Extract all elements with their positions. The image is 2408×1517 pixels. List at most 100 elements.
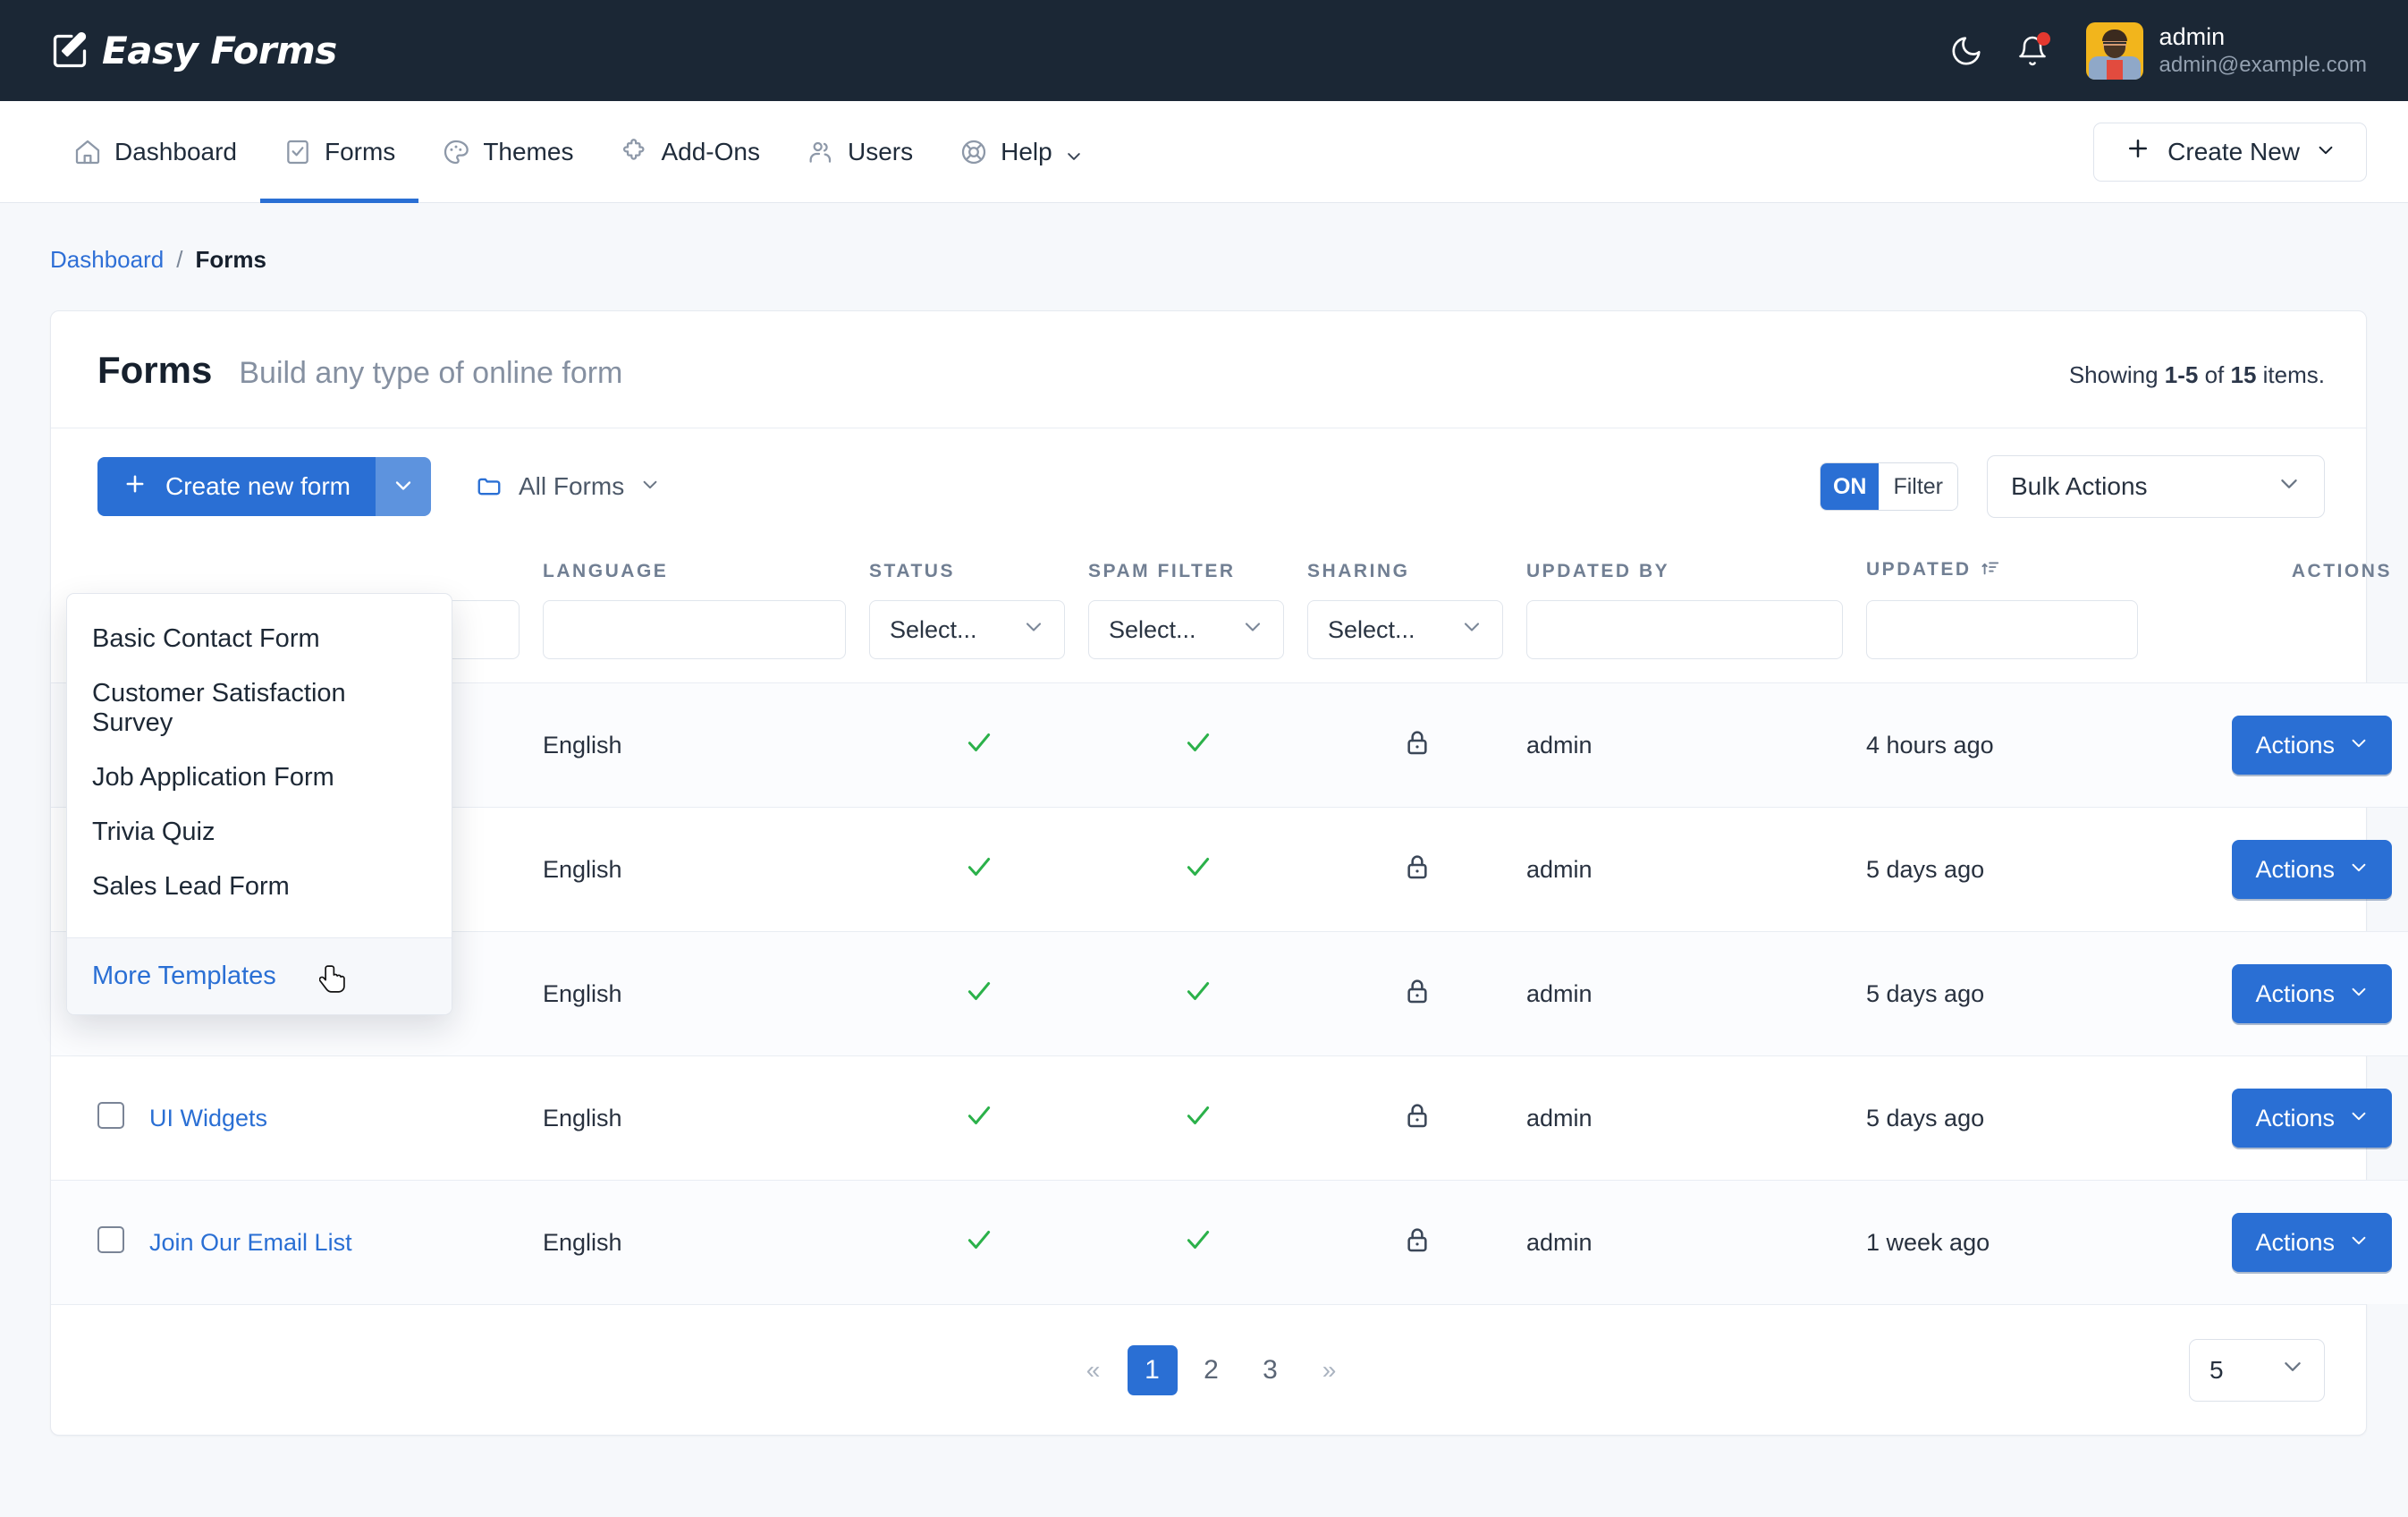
th-sharing[interactable]: SHARING bbox=[1307, 543, 1526, 591]
bulk-actions-select[interactable]: Bulk Actions bbox=[1987, 455, 2325, 518]
template-menu-item[interactable]: Customer Satisfaction Survey bbox=[67, 666, 452, 750]
row-spam-cell bbox=[1088, 808, 1307, 932]
row-language-cell: English bbox=[543, 1181, 869, 1305]
bulk-actions-label: Bulk Actions bbox=[2011, 472, 2148, 501]
per-page-select[interactable]: 5 bbox=[2189, 1339, 2325, 1402]
more-templates-link[interactable]: More Templates bbox=[67, 938, 452, 1014]
form-name-link[interactable]: Join Our Email List bbox=[149, 1229, 352, 1256]
th-spam-filter[interactable]: SPAM FILTER bbox=[1088, 543, 1307, 591]
users-icon bbox=[807, 138, 835, 166]
breadcrumb-separator: / bbox=[176, 246, 182, 274]
row-spam-cell bbox=[1088, 932, 1307, 1056]
breadcrumb-current: Forms bbox=[195, 246, 266, 274]
filter-toggle-state: ON bbox=[1821, 463, 1880, 510]
form-check-icon bbox=[283, 138, 312, 166]
check-icon bbox=[964, 1109, 994, 1136]
nav-items: Dashboard Forms Themes bbox=[50, 101, 1106, 202]
lifebuoy-icon bbox=[959, 138, 988, 166]
page-title: Forms bbox=[97, 349, 212, 392]
check-icon bbox=[1183, 985, 1213, 1012]
chevron-down-icon bbox=[1065, 143, 1083, 161]
filter-cell-spam: Select... bbox=[1088, 591, 1307, 683]
filter-cell-updated bbox=[1866, 591, 2161, 683]
language-filter-input[interactable] bbox=[543, 600, 846, 659]
row-actions-button[interactable]: Actions bbox=[2232, 964, 2392, 1023]
check-icon bbox=[964, 860, 994, 887]
template-dropdown-menu: Basic Contact FormCustomer Satisfaction … bbox=[66, 593, 452, 1015]
filter-cell-language bbox=[543, 591, 869, 683]
form-name-link[interactable]: UI Widgets bbox=[149, 1105, 267, 1131]
nav-item-help[interactable]: Help bbox=[936, 101, 1106, 202]
row-spam-cell bbox=[1088, 1181, 1307, 1305]
row-checkbox[interactable] bbox=[97, 1226, 124, 1253]
row-actions-label: Actions bbox=[2255, 856, 2335, 884]
nav-label: Dashboard bbox=[114, 138, 237, 166]
updated-filter-input[interactable] bbox=[1866, 600, 2138, 659]
th-updated[interactable]: UPDATED bbox=[1866, 543, 2161, 591]
pagination-last[interactable]: » bbox=[1305, 1345, 1355, 1395]
nav-item-themes[interactable]: Themes bbox=[418, 101, 596, 202]
row-actions-button[interactable]: Actions bbox=[2232, 716, 2392, 775]
spam-filter-value: Select... bbox=[1109, 616, 1196, 644]
pagination-page-1[interactable]: 1 bbox=[1128, 1345, 1178, 1395]
row-language-cell: English bbox=[543, 1056, 869, 1181]
template-dropdown-toggle[interactable] bbox=[376, 457, 431, 516]
filter-toggle[interactable]: ON Filter bbox=[1820, 462, 1958, 511]
row-language-cell: English bbox=[543, 808, 869, 932]
spam-filter-select[interactable]: Select... bbox=[1088, 600, 1284, 659]
nav-item-users[interactable]: Users bbox=[783, 101, 936, 202]
nav-item-addons[interactable]: Add-Ons bbox=[596, 101, 783, 202]
template-menu-item[interactable]: Job Application Form bbox=[67, 750, 452, 805]
template-menu-item[interactable]: Sales Lead Form bbox=[67, 860, 452, 914]
row-actions-cell: Actions bbox=[2161, 932, 2408, 1056]
th-language[interactable]: LANGUAGE bbox=[543, 543, 869, 591]
row-actions-button[interactable]: Actions bbox=[2232, 1089, 2392, 1148]
row-actions-label: Actions bbox=[2255, 1105, 2335, 1132]
row-updated-by-cell: admin bbox=[1526, 1181, 1866, 1305]
main-nav: Dashboard Forms Themes bbox=[0, 101, 2408, 203]
table-row: Join Our Email List English admin1 week ag… bbox=[51, 1181, 2408, 1305]
updated-by-filter-input[interactable] bbox=[1526, 600, 1843, 659]
th-name bbox=[149, 543, 543, 591]
create-new-button[interactable]: Create New bbox=[2093, 123, 2367, 182]
table-toolbar: Create new form All Forms ON Filt bbox=[51, 428, 2366, 543]
row-actions-cell: Actions bbox=[2161, 808, 2408, 932]
nav-label: Themes bbox=[483, 138, 573, 166]
row-checkbox[interactable] bbox=[97, 1102, 124, 1129]
breadcrumb: Dashboard / Forms bbox=[0, 203, 2408, 274]
chevron-down-icon bbox=[1242, 616, 1263, 644]
pagination: «123» bbox=[1069, 1345, 1355, 1395]
template-menu-item[interactable]: Basic Contact Form bbox=[67, 612, 452, 666]
brand-logo[interactable]: Easy Forms bbox=[50, 31, 337, 71]
folder-selector[interactable]: All Forms bbox=[476, 472, 660, 501]
bell-icon[interactable] bbox=[2015, 33, 2050, 69]
create-new-form-button[interactable]: Create new form bbox=[97, 457, 376, 516]
status-filter-value: Select... bbox=[890, 616, 977, 644]
row-actions-label: Actions bbox=[2255, 1229, 2335, 1257]
row-actions-button[interactable]: Actions bbox=[2232, 840, 2392, 899]
nav-item-dashboard[interactable]: Dashboard bbox=[50, 101, 260, 202]
template-menu-item[interactable]: Trivia Quiz bbox=[67, 805, 452, 860]
status-filter-select[interactable]: Select... bbox=[869, 600, 1065, 659]
chevron-down-icon bbox=[640, 472, 660, 501]
row-actions-button[interactable]: Actions bbox=[2232, 1213, 2392, 1272]
pagination-page-3[interactable]: 3 bbox=[1246, 1345, 1296, 1395]
user-menu[interactable]: admin admin@example.com bbox=[2086, 22, 2367, 80]
th-updated-by[interactable]: UPDATED BY bbox=[1526, 543, 1866, 591]
sharing-filter-value: Select... bbox=[1328, 616, 1415, 644]
check-icon bbox=[1183, 1109, 1213, 1136]
pagination-first[interactable]: « bbox=[1069, 1345, 1119, 1395]
filter-toggle-label: Filter bbox=[1879, 463, 1957, 510]
lock-icon bbox=[1403, 735, 1432, 762]
nav-item-forms[interactable]: Forms bbox=[260, 101, 418, 202]
row-updated-cell: 1 week ago bbox=[1866, 1181, 2161, 1305]
pagination-page-2[interactable]: 2 bbox=[1187, 1345, 1237, 1395]
breadcrumb-dashboard[interactable]: Dashboard bbox=[50, 246, 164, 274]
moon-icon[interactable] bbox=[1948, 33, 1984, 69]
filter-cell-updated-by bbox=[1526, 591, 1866, 683]
row-updated-by-cell: admin bbox=[1526, 932, 1866, 1056]
th-status[interactable]: STATUS bbox=[869, 543, 1088, 591]
check-icon bbox=[1183, 1233, 1213, 1260]
sharing-filter-select[interactable]: Select... bbox=[1307, 600, 1503, 659]
edit-square-icon bbox=[50, 31, 89, 71]
